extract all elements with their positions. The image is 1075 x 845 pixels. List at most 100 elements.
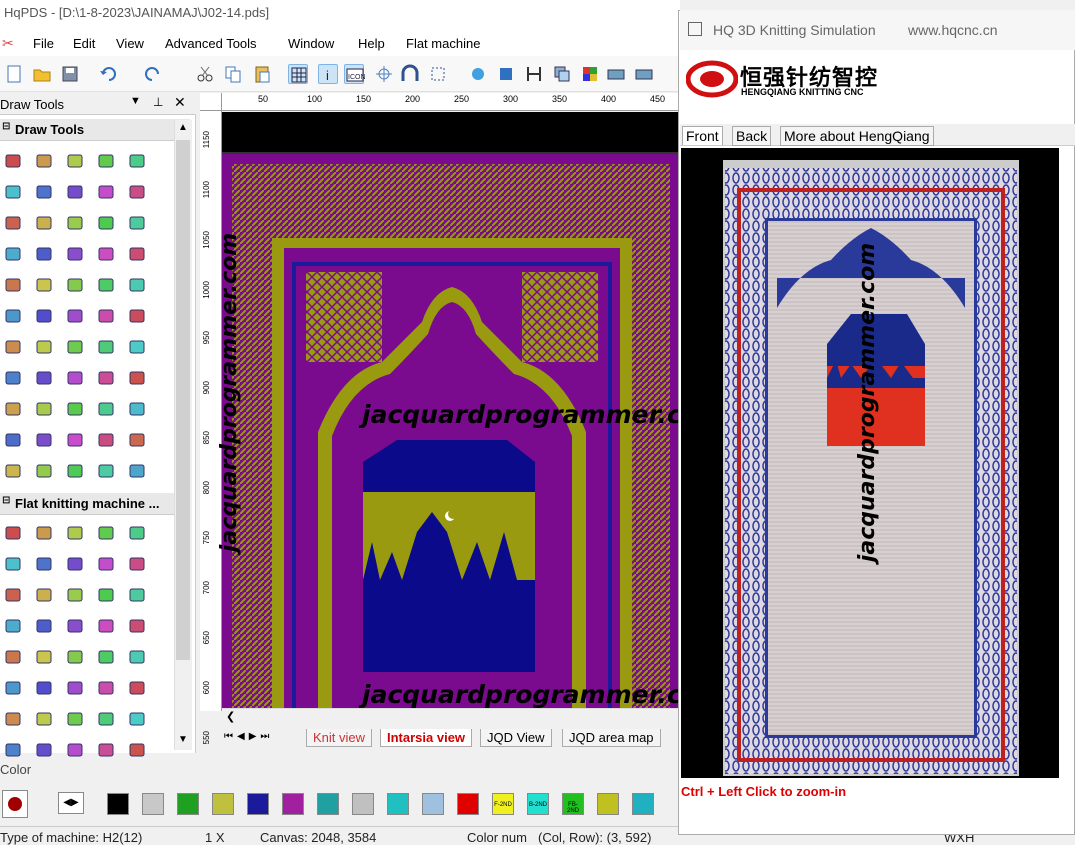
text-icon[interactable]	[128, 370, 146, 386]
info-icon[interactable]: i	[318, 64, 338, 84]
machine2-icon[interactable]	[634, 64, 654, 84]
knit-back-icon[interactable]	[35, 711, 53, 727]
pointer-icon[interactable]	[4, 401, 22, 417]
menu-file[interactable]: File	[33, 36, 54, 51]
tuck-icon[interactable]	[66, 649, 84, 665]
knit-front-icon[interactable]	[4, 525, 22, 541]
miss-icon[interactable]	[97, 711, 115, 727]
color-swatch[interactable]	[352, 793, 374, 815]
fill-polygon-icon[interactable]	[66, 370, 84, 386]
color-swatch[interactable]	[387, 793, 409, 815]
cast-on-icon[interactable]	[66, 742, 84, 758]
miss-icon[interactable]	[97, 649, 115, 665]
layers-icon[interactable]	[552, 64, 572, 84]
ellipse-icon[interactable]	[4, 463, 22, 479]
step-line-icon[interactable]	[97, 153, 115, 169]
thread-cutter-icon[interactable]	[128, 680, 146, 696]
fill-rect-icon[interactable]	[66, 308, 84, 324]
miss-icon[interactable]	[97, 525, 115, 541]
knit-icon[interactable]	[524, 64, 544, 84]
curve-icon[interactable]	[4, 184, 22, 200]
step-line-icon[interactable]	[97, 401, 115, 417]
line-icon[interactable]	[128, 153, 146, 169]
fill-ellipse-icon[interactable]	[35, 463, 53, 479]
color-swatch[interactable]	[457, 793, 479, 815]
knit-symbol-icon[interactable]	[97, 680, 115, 696]
round-rect-icon[interactable]	[97, 432, 115, 448]
horizontal-scrollbar[interactable]: ❮	[222, 708, 680, 726]
thread-cutter-icon[interactable]	[128, 556, 146, 572]
color-swatch[interactable]	[107, 793, 129, 815]
knit-front-icon[interactable]	[4, 711, 22, 727]
line-icon[interactable]	[128, 401, 146, 417]
rect-icon[interactable]	[35, 308, 53, 324]
redo-icon[interactable]	[143, 64, 163, 84]
miss-icon[interactable]	[97, 587, 115, 603]
rack-icon[interactable]	[4, 742, 22, 758]
fill-polygon-icon[interactable]	[66, 246, 84, 262]
cast-on-icon[interactable]	[66, 680, 84, 696]
brush-icon[interactable]	[97, 370, 115, 386]
color-swatch[interactable]	[632, 793, 654, 815]
transfer-icon[interactable]	[128, 525, 146, 541]
knit-symbol-icon[interactable]	[97, 618, 115, 634]
tab-knit-view[interactable]: Knit view	[306, 729, 373, 747]
panel-dropdown-icon[interactable]: ▼	[130, 95, 141, 107]
menu-window[interactable]: Window	[288, 36, 334, 51]
thread-cutter-icon[interactable]	[128, 742, 146, 758]
knit-front-icon[interactable]	[4, 587, 22, 603]
round-rect-icon[interactable]	[97, 308, 115, 324]
cast-on-icon[interactable]	[66, 618, 84, 634]
fill-round-rect-icon[interactable]	[128, 184, 146, 200]
diamond-icon[interactable]	[66, 339, 84, 355]
select-icon[interactable]	[35, 153, 53, 169]
rect-icon[interactable]	[35, 184, 53, 200]
rect-icon[interactable]	[35, 432, 53, 448]
polygon-icon[interactable]	[35, 246, 53, 262]
rack-icon[interactable]	[4, 618, 22, 634]
fill-diamond-icon[interactable]	[97, 339, 115, 355]
knit-back-icon[interactable]	[35, 649, 53, 665]
pencil-icon[interactable]	[66, 401, 84, 417]
text-icon[interactable]	[128, 246, 146, 262]
bucket-icon[interactable]	[4, 246, 22, 262]
machine-icon[interactable]	[606, 64, 626, 84]
tab-jqd-view[interactable]: JQD View	[480, 729, 552, 747]
knit-back-icon[interactable]	[35, 587, 53, 603]
transfer-icon[interactable]	[128, 649, 146, 665]
flat-knitting-group-header[interactable]: ⊟ Flat knitting machine ...	[0, 493, 190, 515]
fill-round-rect-icon[interactable]	[128, 308, 146, 324]
draw-tools-group-header[interactable]: ⊟ Draw Tools	[0, 119, 190, 141]
fill-diamond-icon[interactable]	[97, 215, 115, 231]
rack-icon[interactable]	[4, 680, 22, 696]
save-icon[interactable]	[60, 64, 80, 84]
color-swatch[interactable]	[142, 793, 164, 815]
transfer-icon[interactable]	[128, 587, 146, 603]
curve-icon[interactable]	[4, 308, 22, 324]
round-rect-icon[interactable]	[97, 184, 115, 200]
color-swatch[interactable]: B-2ND	[527, 793, 549, 815]
yarn-icon[interactable]	[35, 618, 53, 634]
brush-icon[interactable]	[97, 246, 115, 262]
pointer-icon[interactable]	[4, 277, 22, 293]
copy-icon[interactable]	[223, 64, 243, 84]
close-panel-icon[interactable]: ✕	[174, 94, 186, 111]
scroll-left-icon[interactable]: ❮	[226, 710, 235, 723]
tuck-icon[interactable]	[66, 587, 84, 603]
fill-ellipse-icon[interactable]	[35, 339, 53, 355]
tab-intarsia-view[interactable]: Intarsia view	[380, 729, 473, 747]
flower-icon[interactable]	[468, 64, 488, 84]
tab-nav-icons[interactable]: ⏮◀▶⏭	[224, 731, 273, 742]
fill-diamond-icon[interactable]	[97, 463, 115, 479]
polygon-icon[interactable]	[35, 370, 53, 386]
line-icon[interactable]	[128, 277, 146, 293]
ellipse-icon[interactable]	[4, 339, 22, 355]
scroll-thumb[interactable]	[176, 140, 190, 660]
tab-jqd-area-map[interactable]: JQD area map	[562, 729, 661, 747]
select-icon[interactable]	[35, 401, 53, 417]
menu-flat-machine[interactable]: Flat machine	[406, 36, 480, 51]
eraser-icon[interactable]	[128, 463, 146, 479]
tab-back[interactable]: Back	[732, 126, 772, 146]
knit-back-icon[interactable]	[35, 525, 53, 541]
color-swatch[interactable]	[282, 793, 304, 815]
